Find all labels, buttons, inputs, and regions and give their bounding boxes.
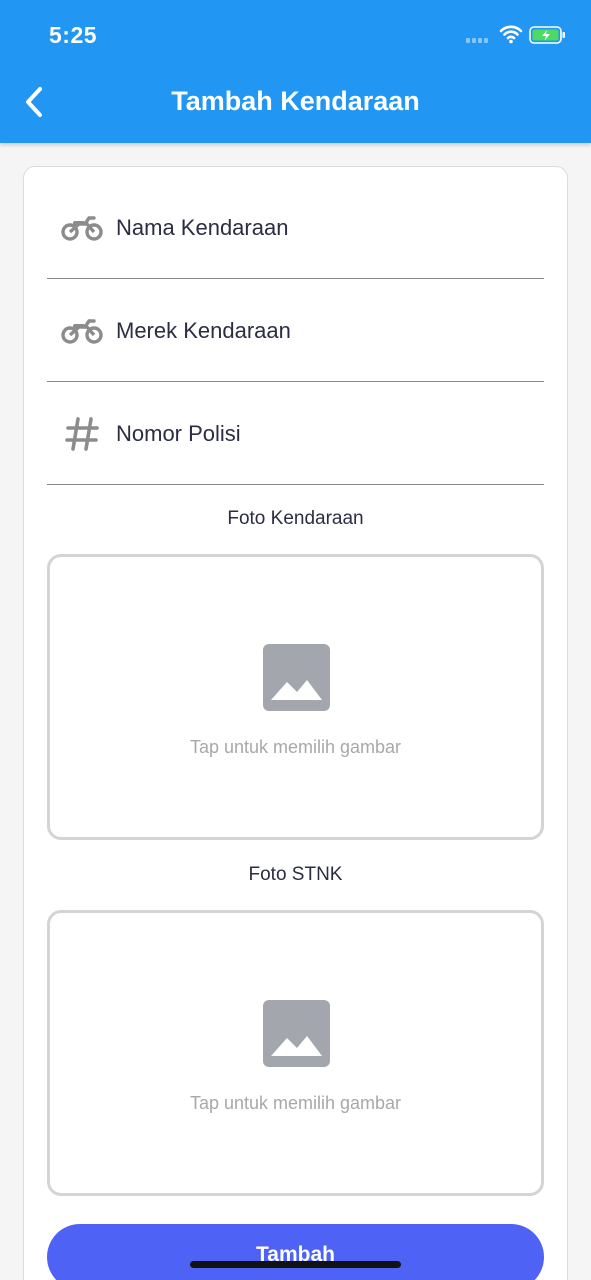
foto-stnk-hint: Tap untuk memilih gambar <box>189 1093 402 1113</box>
nama-kendaraan-label: Nama Kendaraan <box>116 214 289 240</box>
foto-kendaraan-picker[interactable]: Tap untuk memilih gambar <box>47 554 544 840</box>
nomor-polisi-label: Nomor Polisi <box>116 420 241 446</box>
signal-dots-icon <box>466 38 492 44</box>
motorcycle-icon <box>61 215 103 241</box>
nomor-polisi-field[interactable]: Nomor Polisi <box>47 383 544 485</box>
motorcycle-icon <box>61 318 103 344</box>
app-bar: 5:25 Tambah Kendaraan <box>0 0 591 143</box>
foto-stnk-label: Foto STNK <box>248 864 343 885</box>
merek-kendaraan-field[interactable]: Merek Kendaraan <box>47 280 544 382</box>
wifi-icon <box>499 24 523 44</box>
foto-kendaraan-label: Foto Kendaraan <box>227 508 364 529</box>
image-placeholder-icon <box>263 1000 330 1067</box>
hashtag-icon <box>65 416 99 451</box>
merek-kendaraan-label: Merek Kendaraan <box>116 317 291 343</box>
page-title: Tambah Kendaraan <box>171 86 420 116</box>
foto-kendaraan-hint: Tap untuk memilih gambar <box>189 737 402 757</box>
battery-charging-icon <box>529 25 567 45</box>
image-placeholder-icon <box>263 644 330 711</box>
tambah-button[interactable]: Tambah <box>47 1224 544 1280</box>
home-indicator <box>190 1261 401 1268</box>
status-time: 5:25 <box>49 22 98 48</box>
foto-stnk-picker[interactable]: Tap untuk memilih gambar <box>47 910 544 1196</box>
nama-kendaraan-field[interactable]: Nama Kendaraan <box>47 177 544 279</box>
